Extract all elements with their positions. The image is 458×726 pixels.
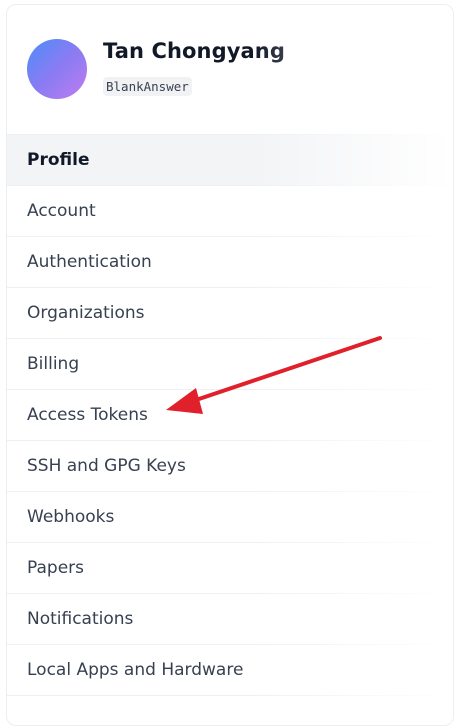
user-name: Tan Chongyang [103, 39, 285, 63]
menu-item-papers[interactable]: Papers [7, 543, 453, 594]
menu-item-local-apps-hardware[interactable]: Local Apps and Hardware [7, 645, 453, 696]
menu-item-ssh-gpg-keys[interactable]: SSH and GPG Keys [7, 441, 453, 492]
menu-item-authentication[interactable]: Authentication [7, 237, 453, 288]
menu-item-profile[interactable]: Profile [7, 135, 453, 186]
settings-sidebar: Tan Chongyang BlankAnswer Profile Accoun… [6, 4, 454, 726]
menu-item-notifications[interactable]: Notifications [7, 594, 453, 645]
menu-item-access-tokens[interactable]: Access Tokens [7, 390, 453, 441]
user-header: Tan Chongyang BlankAnswer [7, 5, 453, 134]
menu-item-account[interactable]: Account [7, 186, 453, 237]
avatar[interactable] [27, 39, 87, 99]
menu-item-billing[interactable]: Billing [7, 339, 453, 390]
menu-item-organizations[interactable]: Organizations [7, 288, 453, 339]
settings-menu: Profile Account Authentication Organizat… [7, 134, 453, 696]
user-handle: BlankAnswer [103, 77, 192, 96]
menu-item-webhooks[interactable]: Webhooks [7, 492, 453, 543]
